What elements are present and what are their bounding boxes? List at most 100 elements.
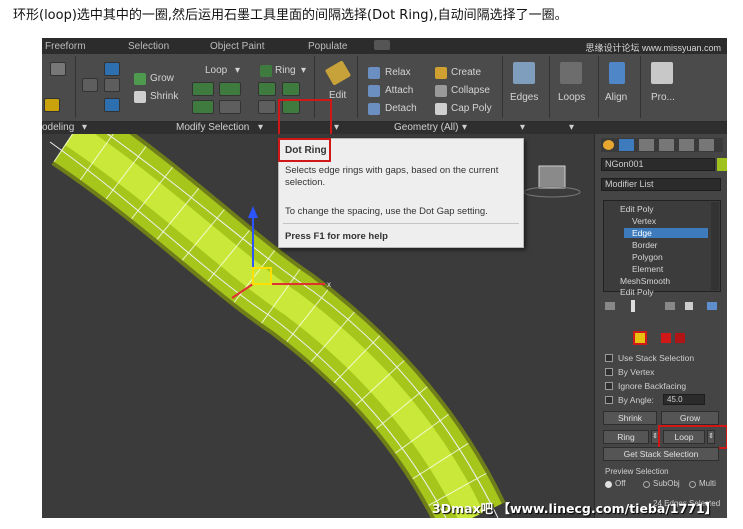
loop-chevron-icon[interactable]: ▾ <box>235 65 240 76</box>
create-tab-icon[interactable] <box>603 140 614 150</box>
stack-item-edit-poly[interactable]: Edit Poly <box>620 204 654 214</box>
pin-stack-icon[interactable] <box>605 302 615 310</box>
select-all-icon[interactable] <box>104 62 120 76</box>
get-stack-selection-button[interactable]: Get Stack Selection <box>603 447 719 461</box>
grow-panel-button[interactable]: Grow <box>661 411 719 425</box>
polygon-mode-icon[interactable] <box>661 333 671 343</box>
edge-mode-icon[interactable] <box>633 331 647 345</box>
modeling-chevron-icon[interactable]: ▾ <box>82 122 87 133</box>
select-edge-icon[interactable] <box>104 78 120 92</box>
stack-toolbar <box>603 300 721 312</box>
loop-dropdown[interactable]: Loop <box>205 65 227 76</box>
ring-panel-button[interactable]: Ring <box>603 430 649 444</box>
collapse-button[interactable]: Collapse <box>451 85 490 96</box>
stack-item-element[interactable]: Element <box>632 264 663 274</box>
gizmo-z-arrow <box>248 206 258 218</box>
modifier-list-dropdown[interactable]: Modifier List <box>601 178 721 191</box>
geometry-chevron-icon[interactable]: ▾ <box>462 122 467 133</box>
loops-button[interactable]: Loops <box>558 92 585 103</box>
ring-grow-icon[interactable] <box>258 100 276 114</box>
element-mode-icon[interactable] <box>675 333 685 343</box>
command-panel-tabs <box>601 138 723 152</box>
preview-off-radio[interactable] <box>605 481 612 488</box>
make-unique-icon[interactable] <box>665 302 675 310</box>
stack-item-edge[interactable]: Edge <box>624 228 708 238</box>
tab-freeform[interactable]: Freeform <box>45 41 86 52</box>
tab-populate[interactable]: Populate <box>308 41 347 52</box>
preview-subobj-label: SubObj <box>653 479 680 488</box>
stack-item-border[interactable]: Border <box>632 240 658 250</box>
display-tab-icon[interactable] <box>679 139 694 151</box>
cap-poly-button[interactable]: Cap Poly <box>451 103 492 114</box>
select-by-icon[interactable] <box>82 78 98 92</box>
dot-loop-icon[interactable] <box>192 100 214 114</box>
stack-scrollbar[interactable] <box>711 202 719 290</box>
tab-object-paint[interactable]: Object Paint <box>210 41 264 52</box>
remove-modifier-icon[interactable] <box>685 302 693 310</box>
max-screenshot: Freeform Selection Object Paint Populate… <box>42 38 727 518</box>
align-icon <box>609 62 625 84</box>
geometry-label[interactable]: Geometry (All) <box>394 122 458 133</box>
motion-tab-icon[interactable] <box>659 139 674 151</box>
modify-selection-label[interactable]: Modify Selection <box>176 122 249 133</box>
preview-selection-label: Preview Selection <box>605 467 669 476</box>
relax-icon <box>368 67 380 79</box>
loop-shift-icon[interactable] <box>192 82 214 96</box>
cap-poly-icon <box>435 103 447 115</box>
by-vertex-label: By Vertex <box>618 367 655 377</box>
preview-subobj-radio[interactable] <box>643 481 650 488</box>
by-vertex-checkbox[interactable] <box>605 368 613 376</box>
ring-dropdown[interactable]: Ring <box>275 65 296 76</box>
loop-highlight <box>658 425 727 449</box>
edit-panel-chevron-icon[interactable]: ▾ <box>334 122 339 133</box>
use-stack-selection-checkbox[interactable] <box>605 354 613 362</box>
modify-selection-chevron-icon[interactable]: ▾ <box>258 122 263 133</box>
stack-item-meshsmooth[interactable]: MeshSmooth <box>620 276 670 286</box>
dot-icon[interactable] <box>44 98 60 112</box>
modify-tab-icon[interactable] <box>619 139 634 151</box>
shrink-button[interactable]: Shrink <box>150 91 178 102</box>
shrink-icon <box>134 91 146 103</box>
grow-button[interactable]: Grow <box>150 73 174 84</box>
preview-multi-radio[interactable] <box>689 481 696 488</box>
tab-options-icon[interactable] <box>374 40 390 50</box>
detach-button[interactable]: Detach <box>385 103 417 114</box>
loop-option-icon[interactable] <box>219 100 241 114</box>
angle-spinner[interactable]: 45.0 <box>663 394 705 405</box>
stack-item-polygon[interactable]: Polygon <box>632 252 663 262</box>
configure-sets-icon[interactable] <box>707 302 717 310</box>
by-angle-label: By Angle: <box>618 395 654 405</box>
shrink-panel-button[interactable]: Shrink <box>603 411 657 425</box>
edges-chevron-icon[interactable]: ▾ <box>520 122 525 133</box>
stack-item-vertex[interactable]: Vertex <box>632 216 656 226</box>
stack-item-edit-poly-2[interactable]: Edit Poly <box>620 287 654 297</box>
object-color-swatch[interactable] <box>717 158 727 171</box>
ring-shift-icon[interactable] <box>258 82 276 96</box>
attach-button[interactable]: Attach <box>385 85 413 96</box>
object-name-field[interactable]: NGon001 <box>601 158 715 171</box>
site-watermark: 思缘设计论坛 www.missyuan.com <box>585 43 721 53</box>
properties-button[interactable]: Pro... <box>651 92 675 103</box>
polygon-icon[interactable] <box>50 62 66 76</box>
by-angle-checkbox[interactable] <box>605 396 613 404</box>
loops-chevron-icon[interactable]: ▾ <box>569 122 574 133</box>
loop-minus-icon[interactable] <box>219 82 241 96</box>
tooltip-title-highlight <box>278 138 331 162</box>
relax-button[interactable]: Relax <box>385 67 411 78</box>
ring-chevron-icon[interactable]: ▾ <box>301 65 306 76</box>
utilities-tab-icon[interactable] <box>699 139 714 151</box>
ring-minus-icon[interactable] <box>282 82 300 96</box>
ignore-backfacing-checkbox[interactable] <box>605 382 613 390</box>
edges-icon <box>513 62 535 84</box>
align-button[interactable]: Align <box>605 92 627 103</box>
edges-button[interactable]: Edges <box>510 92 538 103</box>
create-button[interactable]: Create <box>451 67 481 78</box>
ribbon-tabs: Freeform Selection Object Paint Populate… <box>42 38 727 54</box>
select-stack-icon[interactable] <box>104 98 120 112</box>
use-stack-selection-label: Use Stack Selection <box>618 353 695 363</box>
modeling-panel-label[interactable]: odeling <box>42 122 74 133</box>
hierarchy-tab-icon[interactable] <box>639 139 654 151</box>
tab-selection[interactable]: Selection <box>128 41 169 52</box>
show-end-result-icon[interactable] <box>631 300 635 312</box>
create-icon <box>435 67 447 79</box>
